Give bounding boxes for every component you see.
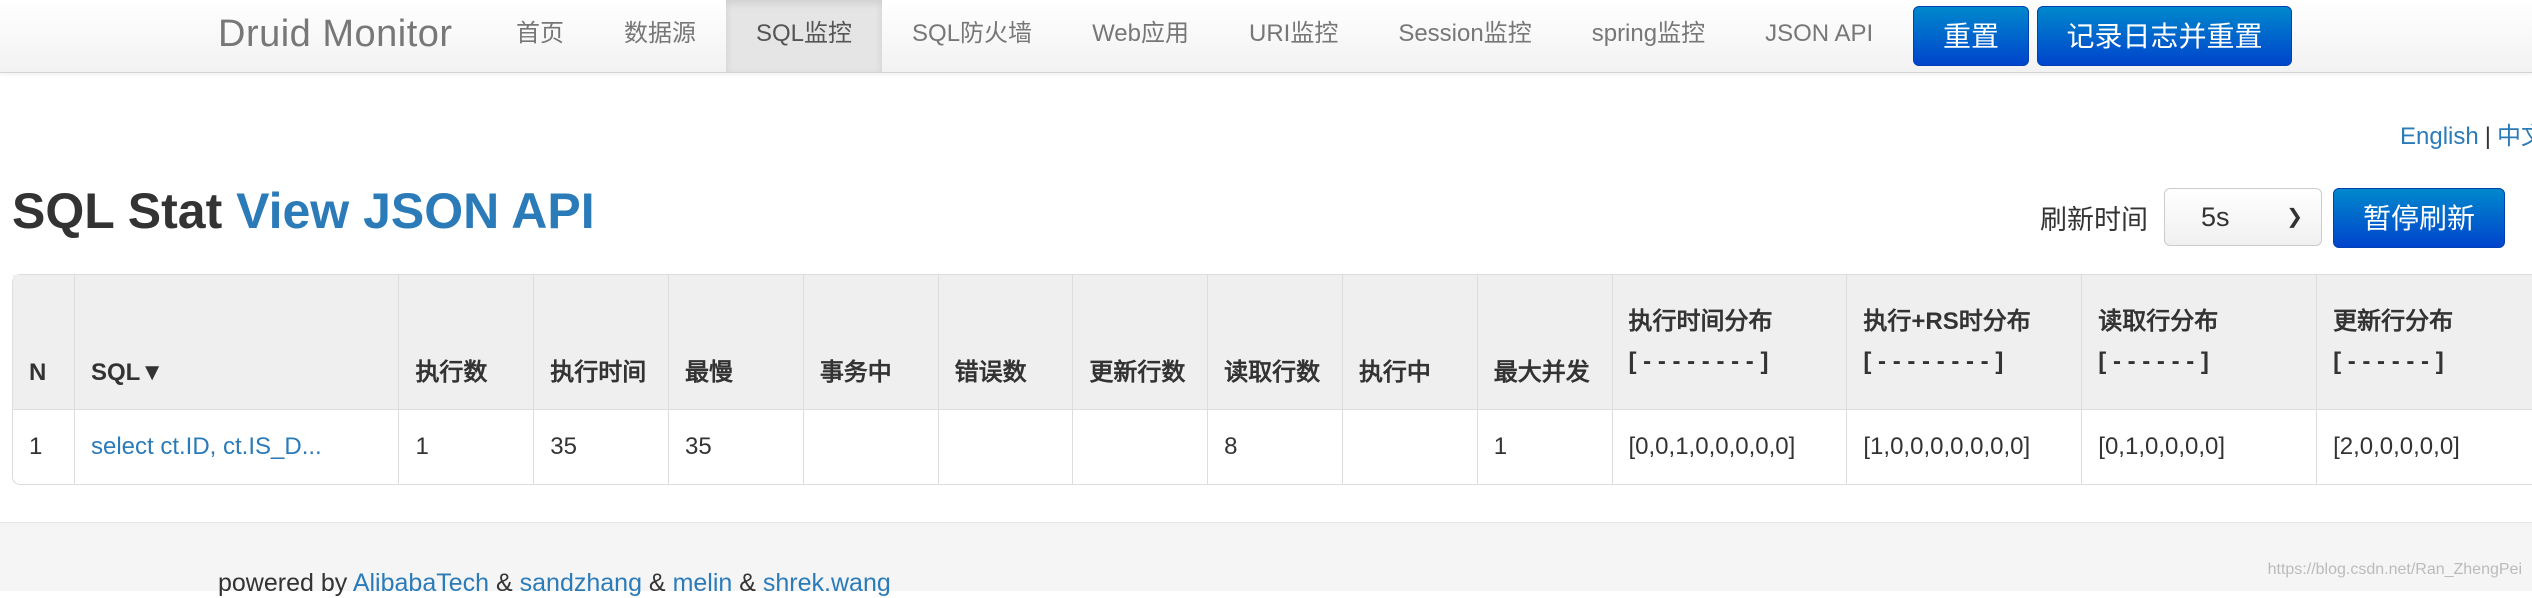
lang-chinese-link[interactable]: 中文 (2497, 123, 2532, 150)
cell-exec-time-histogram: [0,0,1,0,0,0,0,0] (1611, 409, 1847, 484)
chevron-down-icon: ❯ (2286, 206, 2303, 228)
cell-error-count (937, 409, 1073, 484)
col-header-slowest[interactable]: 最慢 (668, 275, 803, 409)
refresh-interval-select[interactable]: 5s ❯ (2164, 188, 2322, 246)
col-header-in-transaction[interactable]: 事务中 (802, 275, 938, 409)
lang-separator: | (2484, 123, 2491, 150)
main-nav: 首页 数据源 SQL监控 SQL防火墙 Web应用 URI监控 Session监… (486, 0, 1903, 72)
col-header-error-count[interactable]: 错误数 (937, 275, 1073, 409)
table-row: 1 select ct.ID, ct.IS_D... 1 35 35 8 1 [… (13, 409, 2532, 484)
histogram-title: 读取行分布 (2098, 308, 2219, 335)
cell-update-row-histogram: [2,0,0,0,0,0] (2316, 409, 2532, 484)
nav-item-sql-monitor[interactable]: SQL监控 (726, 0, 883, 72)
nav-item-home[interactable]: 首页 (486, 0, 594, 72)
col-header-max-concurrent[interactable]: 最大并发 (1476, 275, 1612, 409)
cell-sql-link[interactable]: select ct.ID, ct.IS_D... (73, 409, 399, 484)
author-link[interactable]: melin (673, 569, 733, 597)
author-link[interactable]: sandzhang (520, 569, 642, 597)
cell-fetch-row-histogram: [0,1,0,0,0,0] (2081, 409, 2317, 484)
nav-item-datasource[interactable]: 数据源 (594, 0, 726, 72)
nav-item-session-monitor[interactable]: Session监控 (1368, 0, 1561, 72)
watermark: https://blog.csdn.net/Ran_ZhengPei (2267, 561, 2522, 578)
reset-button[interactable]: 重置 (1913, 6, 2029, 66)
col-header-fetch-rows[interactable]: 读取行数 (1207, 275, 1342, 409)
nav-item-web-app[interactable]: Web应用 (1062, 0, 1219, 72)
histogram-range: [ - - - - - - ] (2098, 348, 2209, 375)
histogram-title: 更新行分布 (2333, 308, 2454, 335)
author-joiner: & (496, 569, 513, 597)
language-switcher: English|中文 (2400, 116, 2532, 151)
nav-item-uri-monitor[interactable]: URI监控 (1219, 0, 1368, 72)
cell-exec-count: 1 (398, 409, 534, 484)
col-header-n[interactable]: N (13, 275, 74, 409)
pause-refresh-button[interactable]: 暂停刷新 (2333, 188, 2505, 248)
cell-max-concurrent: 1 (1476, 409, 1612, 484)
col-header-update-rows[interactable]: 更新行数 (1072, 275, 1208, 409)
cell-update-rows (1072, 409, 1208, 484)
brand-logo[interactable]: Druid Monitor (218, 10, 453, 58)
top-navbar: Druid Monitor 首页 数据源 SQL监控 SQL防火墙 Web应用 … (0, 0, 2532, 73)
author-link[interactable]: AlibabaTech (353, 569, 489, 597)
col-header-exec-rs-histogram: 执行+RS时分布 [ - - - - - - - - ] (1846, 275, 2082, 409)
cell-slowest: 35 (668, 409, 803, 484)
nav-item-spring-monitor[interactable]: spring监控 (1562, 0, 1735, 72)
cell-exec-time: 35 (533, 409, 669, 484)
histogram-range: [ - - - - - - - - ] (1863, 348, 2004, 375)
col-header-exec-time[interactable]: 执行时间 (533, 275, 669, 409)
table-header-row: N SQL▼ 执行数 执行时间 最慢 事务中 错误数 更新行数 读取行数 执行中… (13, 275, 2532, 409)
cell-in-transaction (802, 409, 938, 484)
author-link[interactable]: shrek.wang (763, 569, 891, 597)
nav-item-json-api[interactable]: JSON API (1735, 0, 1903, 72)
lang-english-link[interactable]: English (2400, 123, 2479, 150)
histogram-title: 执行时间分布 (1628, 308, 1773, 335)
col-header-sql[interactable]: SQL▼ (73, 275, 399, 409)
view-json-api-link[interactable]: View JSON API (236, 183, 594, 239)
cell-running (1341, 409, 1477, 484)
author-joiner: & (648, 569, 666, 597)
sql-stat-table: N SQL▼ 执行数 执行时间 最慢 事务中 错误数 更新行数 读取行数 执行中… (12, 274, 2532, 485)
powered-by-text: powered by (218, 569, 348, 597)
histogram-title: 执行+RS时分布 (1863, 308, 2031, 335)
powered-by-line: powered by AlibabaTech & sandzhang & mel… (218, 569, 891, 598)
refresh-time-label: 刷新时间 (2040, 205, 2148, 235)
log-and-reset-button[interactable]: 记录日志并重置 (2037, 6, 2292, 66)
footer: powered by AlibabaTech & sandzhang & mel… (0, 522, 2532, 597)
col-header-exec-count[interactable]: 执行数 (398, 275, 534, 409)
page-title: SQL Stat View JSON API (12, 182, 595, 240)
page-title-text: SQL Stat (12, 183, 223, 239)
col-header-update-row-histogram: 更新行分布 [ - - - - - - ] (2316, 275, 2532, 409)
cell-n: 1 (13, 409, 74, 484)
cell-exec-rs-histogram: [1,0,0,0,0,0,0,0] (1846, 409, 2082, 484)
col-header-fetch-row-histogram: 读取行分布 [ - - - - - - ] (2081, 275, 2317, 409)
col-header-running[interactable]: 执行中 (1341, 275, 1477, 409)
nav-item-sql-firewall[interactable]: SQL防火墙 (882, 0, 1062, 72)
histogram-range: [ - - - - - - - - ] (1628, 348, 1769, 375)
cell-fetch-rows: 8 (1207, 409, 1342, 484)
col-header-exec-time-histogram: 执行时间分布 [ - - - - - - - - ] (1611, 275, 1847, 409)
refresh-interval-value: 5s (2201, 202, 2230, 232)
histogram-range: [ - - - - - - ] (2333, 348, 2444, 375)
author-joiner: & (739, 569, 756, 597)
